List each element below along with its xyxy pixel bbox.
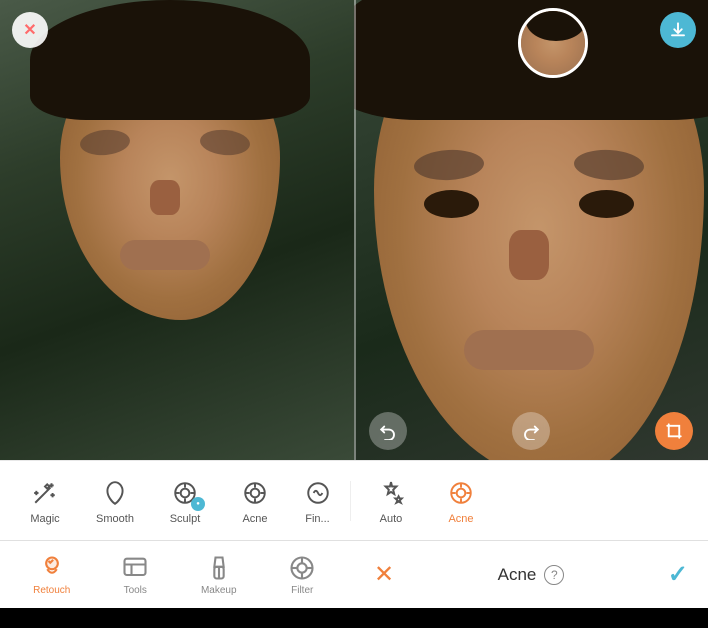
acne-active-icon: [445, 477, 477, 509]
nav-left-section: Retouch Tools Makeup: [0, 554, 354, 596]
tools-label: Tools: [124, 585, 147, 596]
sculpt-icon: [169, 477, 201, 509]
sculpt-label: Sculpt: [170, 513, 201, 525]
tool-acne[interactable]: Acne: [220, 466, 290, 536]
retouch-label: Retouch: [33, 585, 70, 596]
retouch-icon: [38, 554, 66, 582]
tool-smooth[interactable]: Smooth: [80, 466, 150, 536]
panel-divider: [354, 0, 356, 460]
nav-makeup[interactable]: Makeup: [184, 554, 254, 596]
fine-label: Fin...: [305, 513, 329, 525]
acne-label: Acne: [242, 513, 267, 525]
bottom-nav: Retouch Tools Makeup: [0, 540, 708, 608]
redo-button[interactable]: [512, 412, 550, 450]
acne-active-label: Acne: [448, 513, 473, 525]
makeup-icon: [205, 554, 233, 582]
download-button[interactable]: [660, 12, 696, 48]
crop-button[interactable]: [655, 412, 693, 450]
tool-acne-active[interactable]: Acne: [426, 466, 496, 536]
magic-label: Magic: [30, 513, 59, 525]
nav-title: Acne: [498, 565, 537, 585]
magic-icon: [29, 477, 61, 509]
tools-divider: [350, 481, 351, 521]
tool-sculpt[interactable]: Sculpt: [150, 466, 220, 536]
auto-label: Auto: [380, 513, 403, 525]
tool-auto[interactable]: Auto: [356, 466, 426, 536]
zoom-thumbnail-inner: [521, 11, 585, 75]
filter-icon: [288, 554, 316, 582]
tool-fine[interactable]: Fin...: [290, 466, 345, 536]
close-button[interactable]: [12, 12, 48, 48]
nav-filter[interactable]: Filter: [267, 554, 337, 596]
right-panel-after: [354, 0, 708, 460]
nav-right-section: ✕ Acne ? ✓: [354, 560, 708, 589]
smooth-icon: [99, 477, 131, 509]
nav-title-area: Acne ?: [498, 565, 565, 585]
help-button[interactable]: ?: [544, 565, 564, 585]
nav-tools[interactable]: Tools: [100, 554, 170, 596]
tools-strip: Magic Smooth Sculpt: [0, 460, 708, 540]
left-panel-before: [0, 0, 354, 460]
smooth-label: Smooth: [96, 513, 134, 525]
confirm-button[interactable]: ✓: [668, 560, 688, 589]
before-photo: [0, 0, 354, 460]
tools-icon: [121, 554, 149, 582]
right-panel-controls: [354, 412, 708, 450]
makeup-label: Makeup: [201, 585, 237, 596]
image-area: [0, 0, 708, 460]
cancel-button[interactable]: ✕: [374, 560, 394, 589]
tool-magic[interactable]: Magic: [10, 466, 80, 536]
fine-icon: [302, 477, 334, 509]
nav-retouch[interactable]: Retouch: [17, 554, 87, 596]
auto-icon: [375, 477, 407, 509]
filter-label: Filter: [291, 585, 313, 596]
sculpt-badge: [191, 497, 205, 511]
undo-button[interactable]: [369, 412, 407, 450]
acne-icon: [239, 477, 271, 509]
zoom-thumbnail: [518, 8, 588, 78]
